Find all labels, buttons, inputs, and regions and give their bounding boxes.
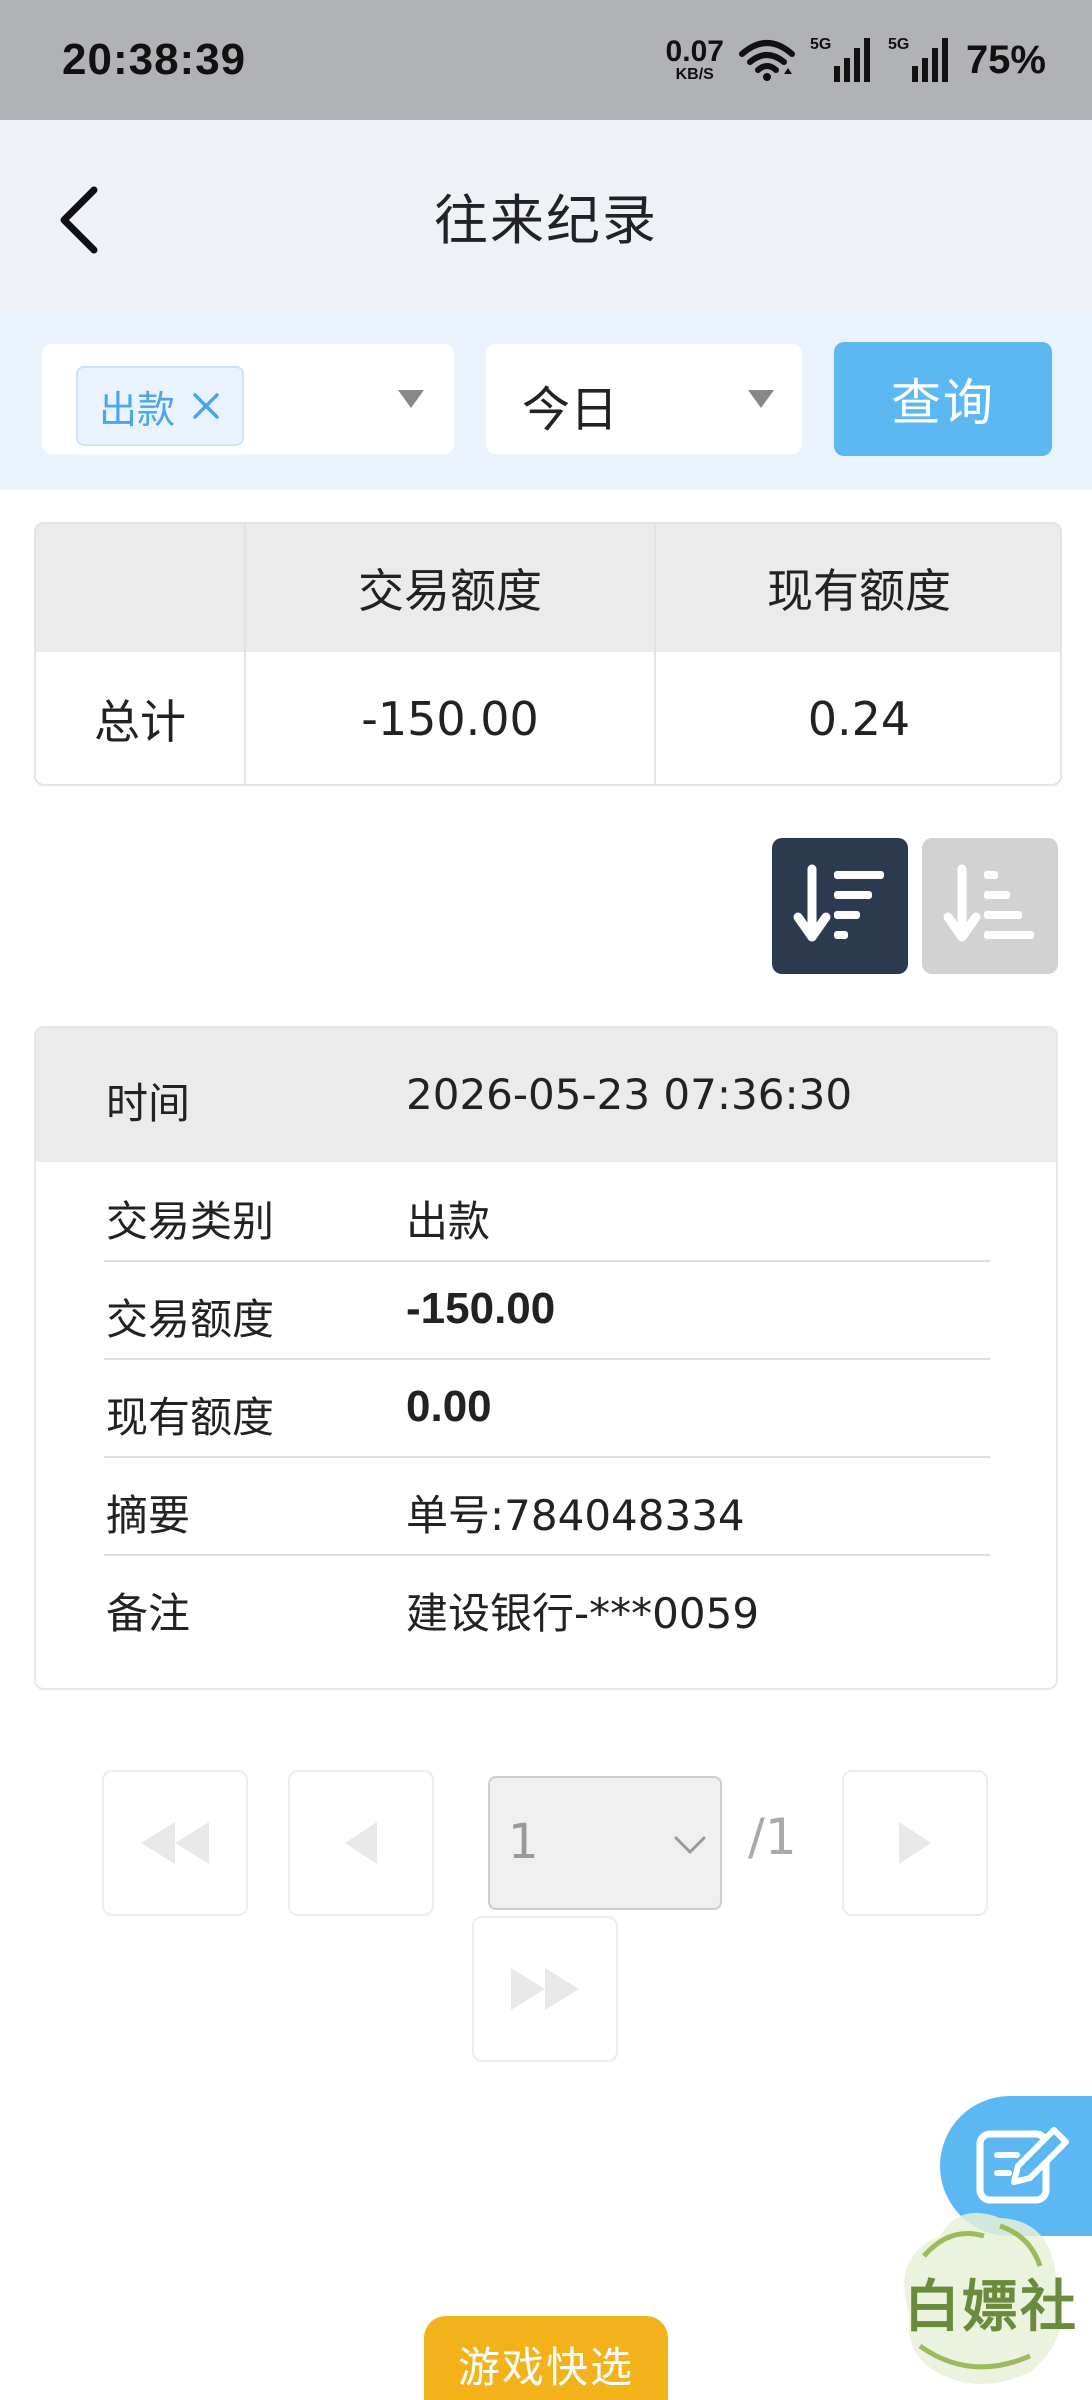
summary-current-amount: 0.24 (807, 692, 911, 746)
last-page-button[interactable] (472, 1916, 618, 2062)
signal-1: 5G (810, 36, 874, 84)
sort-descending-button[interactable] (772, 838, 908, 974)
page-title: 往来纪录 (434, 188, 658, 252)
record-remark-value: 建设银行-***0059 (406, 1589, 760, 1638)
net-speed: 0.07 KB/S (666, 37, 724, 83)
watermark-text: 白嫖社 (904, 2274, 1078, 2340)
type-tag-label: 出款 (98, 387, 175, 432)
edit-icon (976, 2127, 1069, 2204)
summary-trade-amount: -150.00 (361, 692, 539, 746)
signal-2: 5G (888, 36, 952, 84)
summary-divider (244, 524, 246, 784)
back-button[interactable] (44, 180, 114, 260)
record-remark-label: 备注 (106, 1589, 191, 1638)
record-summary-value: 单号:784048334 (406, 1491, 745, 1540)
page: 20:38:39 0.07 KB/S 5G 5G 75% 往来纪录 出款 今日 … (0, 0, 1092, 2400)
sort-ascending-button[interactable] (922, 838, 1058, 974)
row-divider (104, 1554, 990, 1556)
battery-level: 75% (965, 37, 1046, 82)
chevron-left-icon (60, 186, 98, 254)
summary-row-label: 总计 (94, 695, 186, 749)
left-triangle-icon (345, 1822, 377, 1864)
summary-header-trade-amount: 交易额度 (358, 564, 542, 618)
double-right-icon (511, 1968, 579, 2010)
row-divider (104, 1358, 990, 1360)
next-page-button[interactable] (842, 1770, 988, 1916)
record-type-value: 出款 (406, 1197, 491, 1246)
game-quick-select-button[interactable]: 游戏快选 (424, 2316, 668, 2400)
record-type-label: 交易类别 (106, 1197, 275, 1246)
record-amount-label: 交易额度 (106, 1295, 275, 1344)
watermark-logo: 白嫖社 (880, 2196, 1080, 2396)
status-time: 20:38:39 (62, 35, 247, 84)
close-icon[interactable] (191, 391, 221, 421)
summary-table: 交易额度 现有额度 总计 -150.00 0.24 (34, 522, 1062, 786)
previous-page-button[interactable] (288, 1770, 434, 1916)
chevron-down-icon (674, 1836, 706, 1854)
summary-header-current-amount: 现有额度 (767, 564, 951, 618)
record-summary-label: 摘要 (106, 1491, 191, 1540)
query-button[interactable]: 查询 (834, 342, 1052, 456)
right-triangle-icon (899, 1822, 931, 1864)
wifi-icon (738, 40, 795, 81)
type-tag-chip: 出款 (76, 366, 244, 446)
row-divider (104, 1260, 990, 1262)
net-speed-unit: KB/S (675, 66, 714, 83)
record-balance-value: 0.00 (406, 1382, 492, 1431)
sort-ascending-icon (943, 864, 1034, 942)
summary-header-blank (36, 524, 244, 652)
page-number-select[interactable]: 1 (488, 1776, 722, 1910)
signal-bars-icon (911, 38, 948, 82)
caret-down-icon (748, 390, 774, 408)
signal-bars-icon (833, 38, 870, 82)
record-time-label: 时间 (106, 1079, 191, 1128)
filter-bar: 出款 今日 查询 (0, 310, 1092, 490)
summary-divider (654, 524, 656, 784)
current-page-value: 1 (508, 1814, 539, 1870)
page-total: /1 (748, 1808, 797, 1866)
net-speed-value: 0.07 (665, 35, 724, 68)
record-time-value: 2026-05-23 07:36:30 (406, 1070, 853, 1119)
caret-down-icon (398, 390, 424, 408)
record-amount-value: -150.00 (406, 1284, 556, 1333)
first-page-button[interactable] (102, 1770, 248, 1916)
date-range-value: 今日 (522, 382, 619, 438)
transaction-record-card: 时间 2026-05-23 07:36:30 交易类别 出款 交易额度 -150… (34, 1026, 1058, 1690)
double-left-icon (141, 1822, 209, 1864)
row-divider (104, 1456, 990, 1458)
status-bar: 20:38:39 0.07 KB/S 5G 5G 75% (0, 0, 1092, 120)
date-range-select[interactable]: 今日 (486, 344, 802, 454)
transaction-type-select[interactable]: 出款 (42, 344, 454, 454)
sort-descending-icon (793, 864, 884, 942)
header-bar: 往来纪录 (0, 120, 1092, 310)
status-icons: 0.07 KB/S 5G 5G 75% (666, 36, 1046, 84)
record-balance-label: 现有额度 (106, 1393, 275, 1442)
